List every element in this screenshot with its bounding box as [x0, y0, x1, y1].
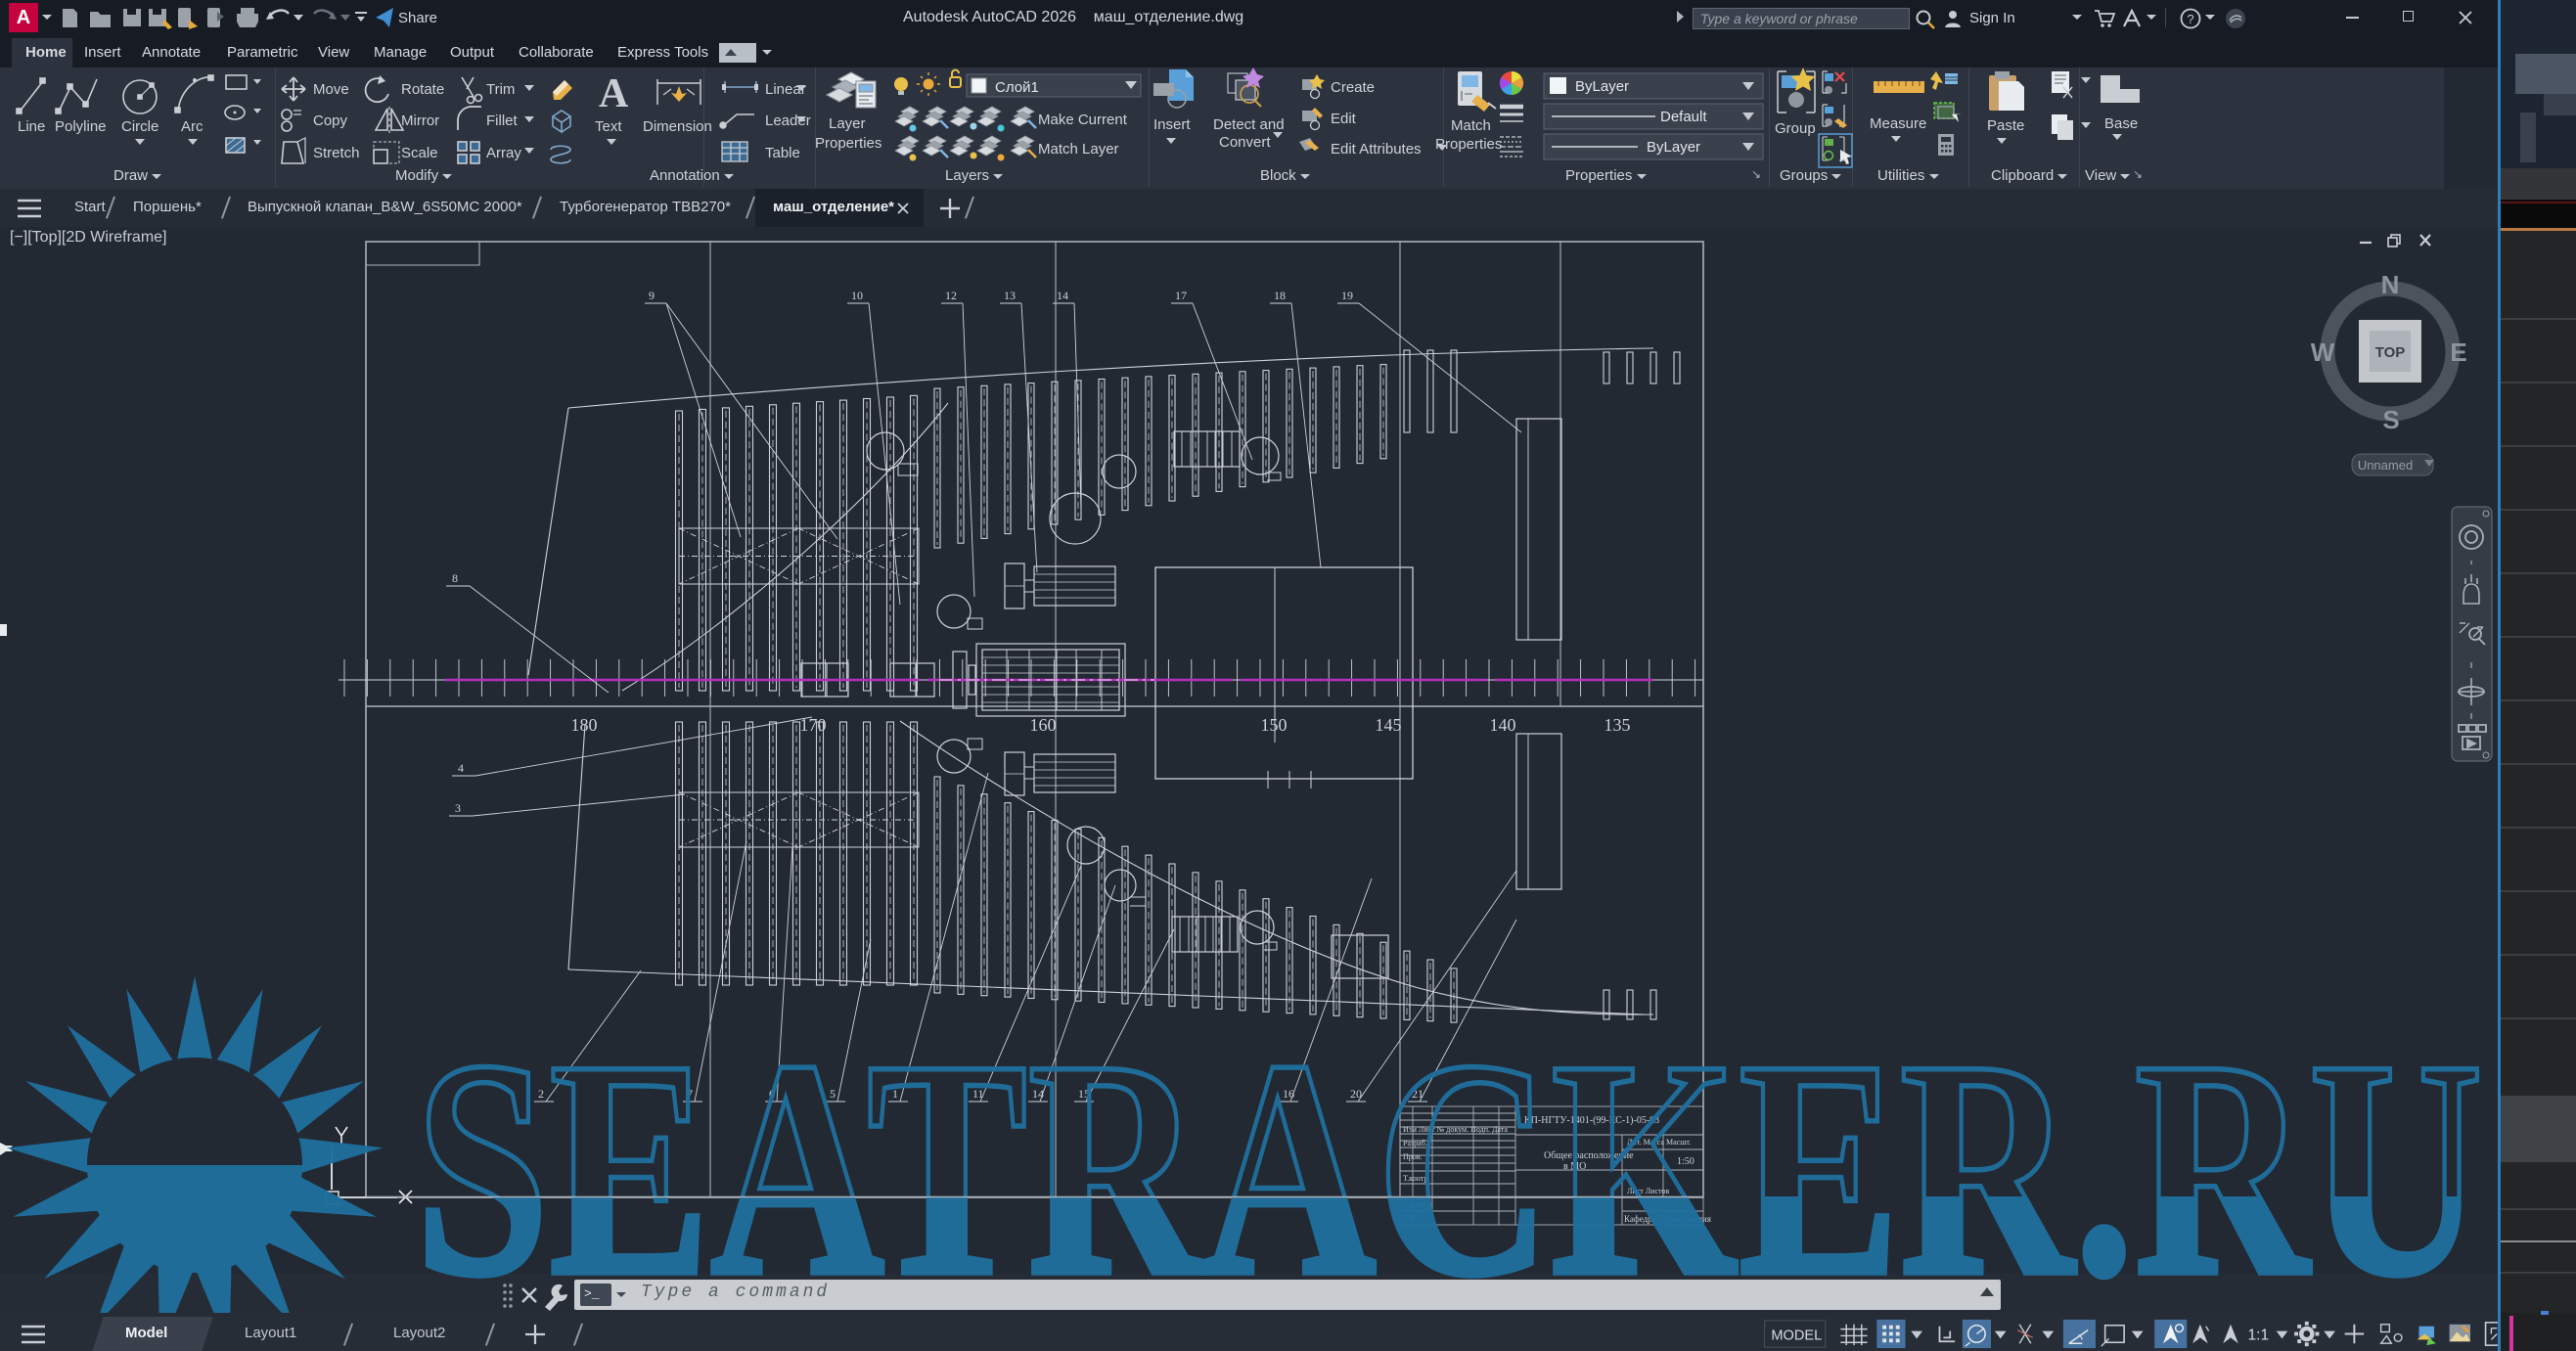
svg-text:3: 3 — [455, 801, 461, 815]
svg-text:Edit: Edit — [1331, 111, 1357, 127]
svg-text:в МО: в МО — [1563, 1161, 1586, 1172]
svg-text:Polyline: Polyline — [55, 118, 107, 135]
svg-text:1:1: 1:1 — [2248, 1327, 2270, 1343]
svg-text:Line: Line — [18, 118, 45, 135]
svg-text:Разраб.: Разраб. — [1403, 1139, 1427, 1148]
svg-text:19: 19 — [1341, 289, 1353, 302]
svg-text:Group: Group — [1775, 120, 1816, 137]
svg-text:Table: Table — [765, 145, 800, 161]
svg-text:150: 150 — [1261, 715, 1288, 735]
svg-text:7: 7 — [687, 1087, 693, 1101]
svg-text:E: E — [2450, 338, 2466, 367]
svg-text:A: A — [599, 71, 629, 116]
svg-text:Array: Array — [486, 145, 521, 161]
svg-text:145: 145 — [1376, 715, 1402, 735]
svg-text:Detect and: Detect and — [1213, 116, 1285, 133]
svg-text:1: 1 — [892, 1087, 898, 1101]
svg-text:14: 14 — [1032, 1087, 1044, 1101]
svg-text:ByLayer: ByLayer — [1575, 78, 1629, 95]
svg-text:TOP: TOP — [2375, 344, 2406, 361]
svg-text:160: 160 — [1030, 715, 1057, 735]
svg-text:Create: Create — [1331, 79, 1375, 96]
svg-text:Stretch: Stretch — [313, 145, 360, 161]
svg-text:6: 6 — [769, 1087, 775, 1101]
svg-text:140: 140 — [1490, 715, 1516, 735]
svg-text:11: 11 — [972, 1087, 984, 1101]
svg-text:?: ? — [2187, 12, 2193, 26]
svg-text:12: 12 — [945, 289, 957, 302]
svg-text:Text: Text — [595, 118, 622, 135]
svg-text:9: 9 — [649, 289, 655, 302]
svg-text:4: 4 — [458, 761, 464, 775]
svg-text:15: 15 — [1078, 1087, 1090, 1101]
svg-text:W: W — [2311, 338, 2335, 367]
svg-text:Properties: Properties — [1435, 136, 1502, 153]
svg-text:8: 8 — [452, 571, 458, 585]
svg-text:Fillet: Fillet — [486, 113, 519, 129]
svg-text:Изм Лист № докум. Подп. Д: Изм Лист № докум. Подп. Дата — [1403, 1125, 1508, 1134]
svg-text:18: 18 — [1274, 289, 1286, 302]
svg-text:17: 17 — [1175, 289, 1187, 302]
svg-text:Insert: Insert — [1153, 116, 1191, 133]
svg-text:КП-НГТУ-1401-(99-КС-1)-05-03: КП-НГТУ-1401-(99-КС-1)-05-03 — [1524, 1115, 1659, 1126]
svg-text:Edit Attributes: Edit Attributes — [1331, 141, 1422, 158]
svg-text:Пров.: Пров. — [1403, 1152, 1423, 1161]
svg-text:Default: Default — [1660, 109, 1707, 125]
svg-text:ByLayer: ByLayer — [1647, 139, 1700, 156]
svg-text:135: 135 — [1604, 715, 1631, 735]
svg-text:Paste: Paste — [1987, 117, 2024, 134]
svg-text:MODEL: MODEL — [1771, 1328, 1822, 1343]
svg-text:Лист Листов: Лист Листов — [1627, 1187, 1669, 1195]
svg-text:Слой1: Слой1 — [995, 79, 1039, 96]
svg-text:5: 5 — [830, 1087, 836, 1101]
svg-text:Measure: Measure — [1870, 115, 1926, 132]
svg-text:Move: Move — [313, 81, 349, 98]
svg-text:N: N — [2381, 270, 2400, 299]
svg-text:Unnamed: Unnamed — [2358, 458, 2413, 473]
svg-text:Properties: Properties — [815, 135, 881, 152]
svg-text:Leader: Leader — [765, 113, 811, 129]
svg-text:13: 13 — [1004, 289, 1016, 302]
svg-text:Утв.: Утв. — [1403, 1214, 1418, 1223]
svg-text:Лит. Масса Масшт.: Лит. Масса Масшт. — [1627, 1138, 1691, 1147]
svg-text:Кафедра Судостроения: Кафедра Судостроения — [1624, 1214, 1711, 1224]
svg-text:Make Current: Make Current — [1038, 112, 1128, 128]
svg-text:Layer: Layer — [829, 115, 866, 132]
svg-text:180: 180 — [571, 715, 598, 735]
svg-text:16: 16 — [1283, 1087, 1294, 1101]
svg-text:Convert: Convert — [1219, 134, 1271, 151]
svg-text:S: S — [2382, 405, 2399, 434]
svg-text:Общее расположение: Общее расположение — [1544, 1150, 1634, 1161]
svg-text:Circle: Circle — [121, 118, 158, 135]
svg-text:Rotate: Rotate — [401, 81, 444, 98]
svg-text:Scale: Scale — [401, 145, 438, 161]
svg-text:Copy: Copy — [313, 113, 348, 129]
svg-text:1:50: 1:50 — [1677, 1156, 1695, 1167]
svg-text:Н.контр.: Н.контр. — [1403, 1200, 1431, 1209]
svg-text:Mirror: Mirror — [401, 113, 439, 129]
svg-text:21: 21 — [1412, 1087, 1424, 1101]
svg-text:Base: Base — [2104, 115, 2138, 132]
svg-text:14: 14 — [1057, 289, 1068, 302]
svg-text:Match: Match — [1451, 117, 1491, 134]
svg-text:Т.контр.: Т.контр. — [1403, 1174, 1429, 1183]
svg-text:10: 10 — [851, 289, 863, 302]
svg-text:Trim: Trim — [486, 81, 515, 98]
svg-text:Dimension: Dimension — [643, 118, 712, 135]
svg-text:Arc: Arc — [181, 118, 203, 135]
svg-text:2: 2 — [538, 1087, 544, 1101]
svg-text:170: 170 — [800, 715, 827, 735]
svg-text:Match Layer: Match Layer — [1038, 141, 1119, 158]
svg-text:Linear: Linear — [765, 81, 806, 98]
